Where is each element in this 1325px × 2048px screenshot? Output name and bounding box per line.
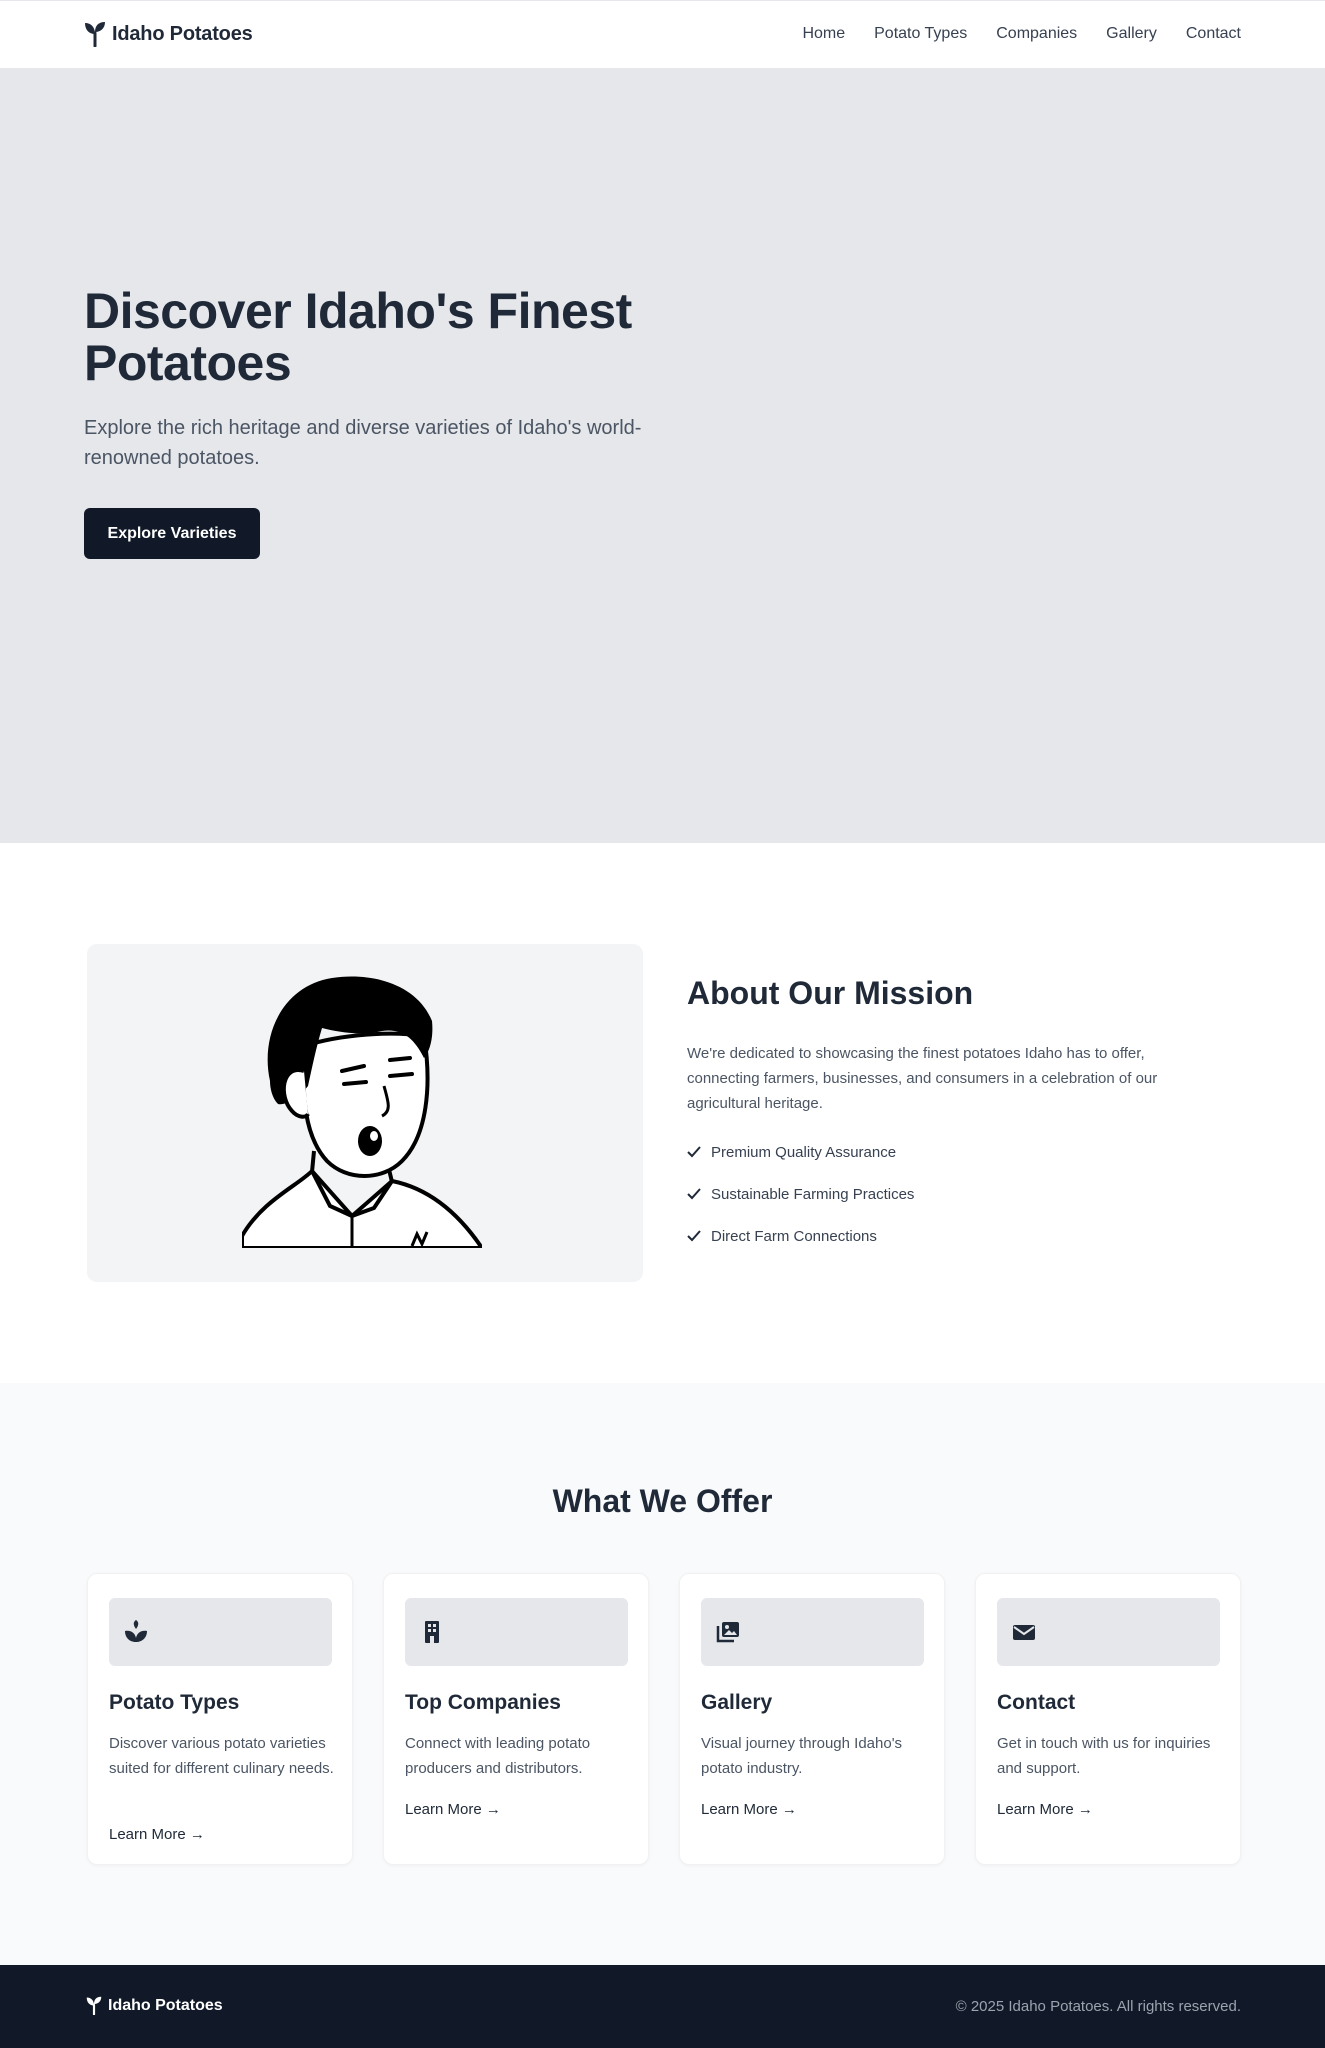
card-description: Visual journey through Idaho's potato in… [701,1735,903,1777]
card-icon-box [997,1598,1220,1666]
mission-title: About Our Mission [687,975,974,1011]
offer-card-top-companies[interactable]: Top Companies Connect with leading potat… [383,1573,649,1865]
offer-title: What We Offer [552,1483,773,1519]
card-title: Gallery [701,1691,773,1714]
portrait-illustration [242,976,482,1248]
feature-item: Premium Quality Assurance [687,1141,914,1163]
nav-contact[interactable]: Contact [1186,25,1241,43]
offer-section: What We Offer Potato Types Discover vari… [0,1383,1325,1965]
card-description: Get in touch with us for inquiries and s… [997,1735,1211,1777]
offer-card-contact[interactable]: Contact Get in touch with us for inquiri… [975,1573,1241,1865]
learn-more-link[interactable]: Learn More → [405,1801,501,1818]
card-description: Connect with leading potato producers an… [405,1735,591,1777]
envelope-icon [1013,1625,1035,1640]
brand-logo[interactable]: Idaho Potatoes [84,21,253,47]
sprout-icon [85,22,105,47]
mission-image-card [87,944,643,1282]
check-icon [687,1188,701,1200]
card-title: Potato Types [109,1691,240,1714]
copyright-text: © 2025 Idaho Potatoes. All rights reserv… [955,1998,1241,2015]
nav-companies[interactable]: Companies [996,25,1077,43]
brand-name: Idaho Potatoes [112,22,253,45]
feature-label: Direct Farm Connections [711,1227,877,1245]
feature-label: Premium Quality Assurance [711,1143,897,1161]
check-icon [687,1146,701,1158]
sprout-icon [86,1996,102,2015]
explore-varieties-button[interactable]: Explore Varieties [84,508,260,559]
offer-card-potato-types[interactable]: Potato Types Discover various potato var… [87,1573,353,1865]
building-icon [425,1621,439,1643]
feature-item: Direct Farm Connections [687,1225,914,1247]
hero-title: Discover Idaho's Finest Potatoes [84,283,632,391]
learn-more-link[interactable]: Learn More → [109,1826,205,1843]
nav-potato-types[interactable]: Potato Types [874,25,967,43]
feature-label: Sustainable Farming Practices [711,1185,915,1203]
footer-brand-name: Idaho Potatoes [108,1996,223,2014]
nav-gallery[interactable]: Gallery [1106,25,1157,43]
footer-brand[interactable]: Idaho Potatoes [86,1996,223,2015]
mission-text: We're dedicated to showcasing the finest… [687,1045,1158,1112]
card-description: Discover various potato varieties suited… [109,1735,334,1777]
mission-section: About Our Mission We're dedicated to sho… [0,843,1325,1383]
card-icon-box [701,1598,924,1666]
images-icon [716,1622,739,1643]
site-footer: Idaho Potatoes © 2025 Idaho Potatoes. Al… [0,1965,1325,2048]
feature-item: Sustainable Farming Practices [687,1183,914,1205]
card-title: Contact [997,1691,1076,1714]
card-icon-box [405,1598,628,1666]
hero-section: Discover Idaho's Finest Potatoes Explore… [0,69,1325,843]
learn-more-link[interactable]: Learn More → [997,1801,1093,1818]
learn-more-link[interactable]: Learn More → [701,1801,797,1818]
seedling-icon [125,1620,147,1642]
card-title: Top Companies [405,1691,561,1714]
offer-card-gallery[interactable]: Gallery Visual journey through Idaho's p… [679,1573,945,1865]
card-icon-box [109,1598,332,1666]
hero-subtitle: Explore the rich heritage and diverse va… [84,417,642,469]
main-nav: Home Potato Types Companies Gallery Cont… [802,25,1241,43]
check-icon [687,1230,701,1242]
mission-features: Premium Quality Assurance Sustainable Fa… [687,1141,914,1267]
nav-home[interactable]: Home [802,25,845,43]
site-header: Idaho Potatoes Home Potato Types Compani… [0,0,1325,69]
